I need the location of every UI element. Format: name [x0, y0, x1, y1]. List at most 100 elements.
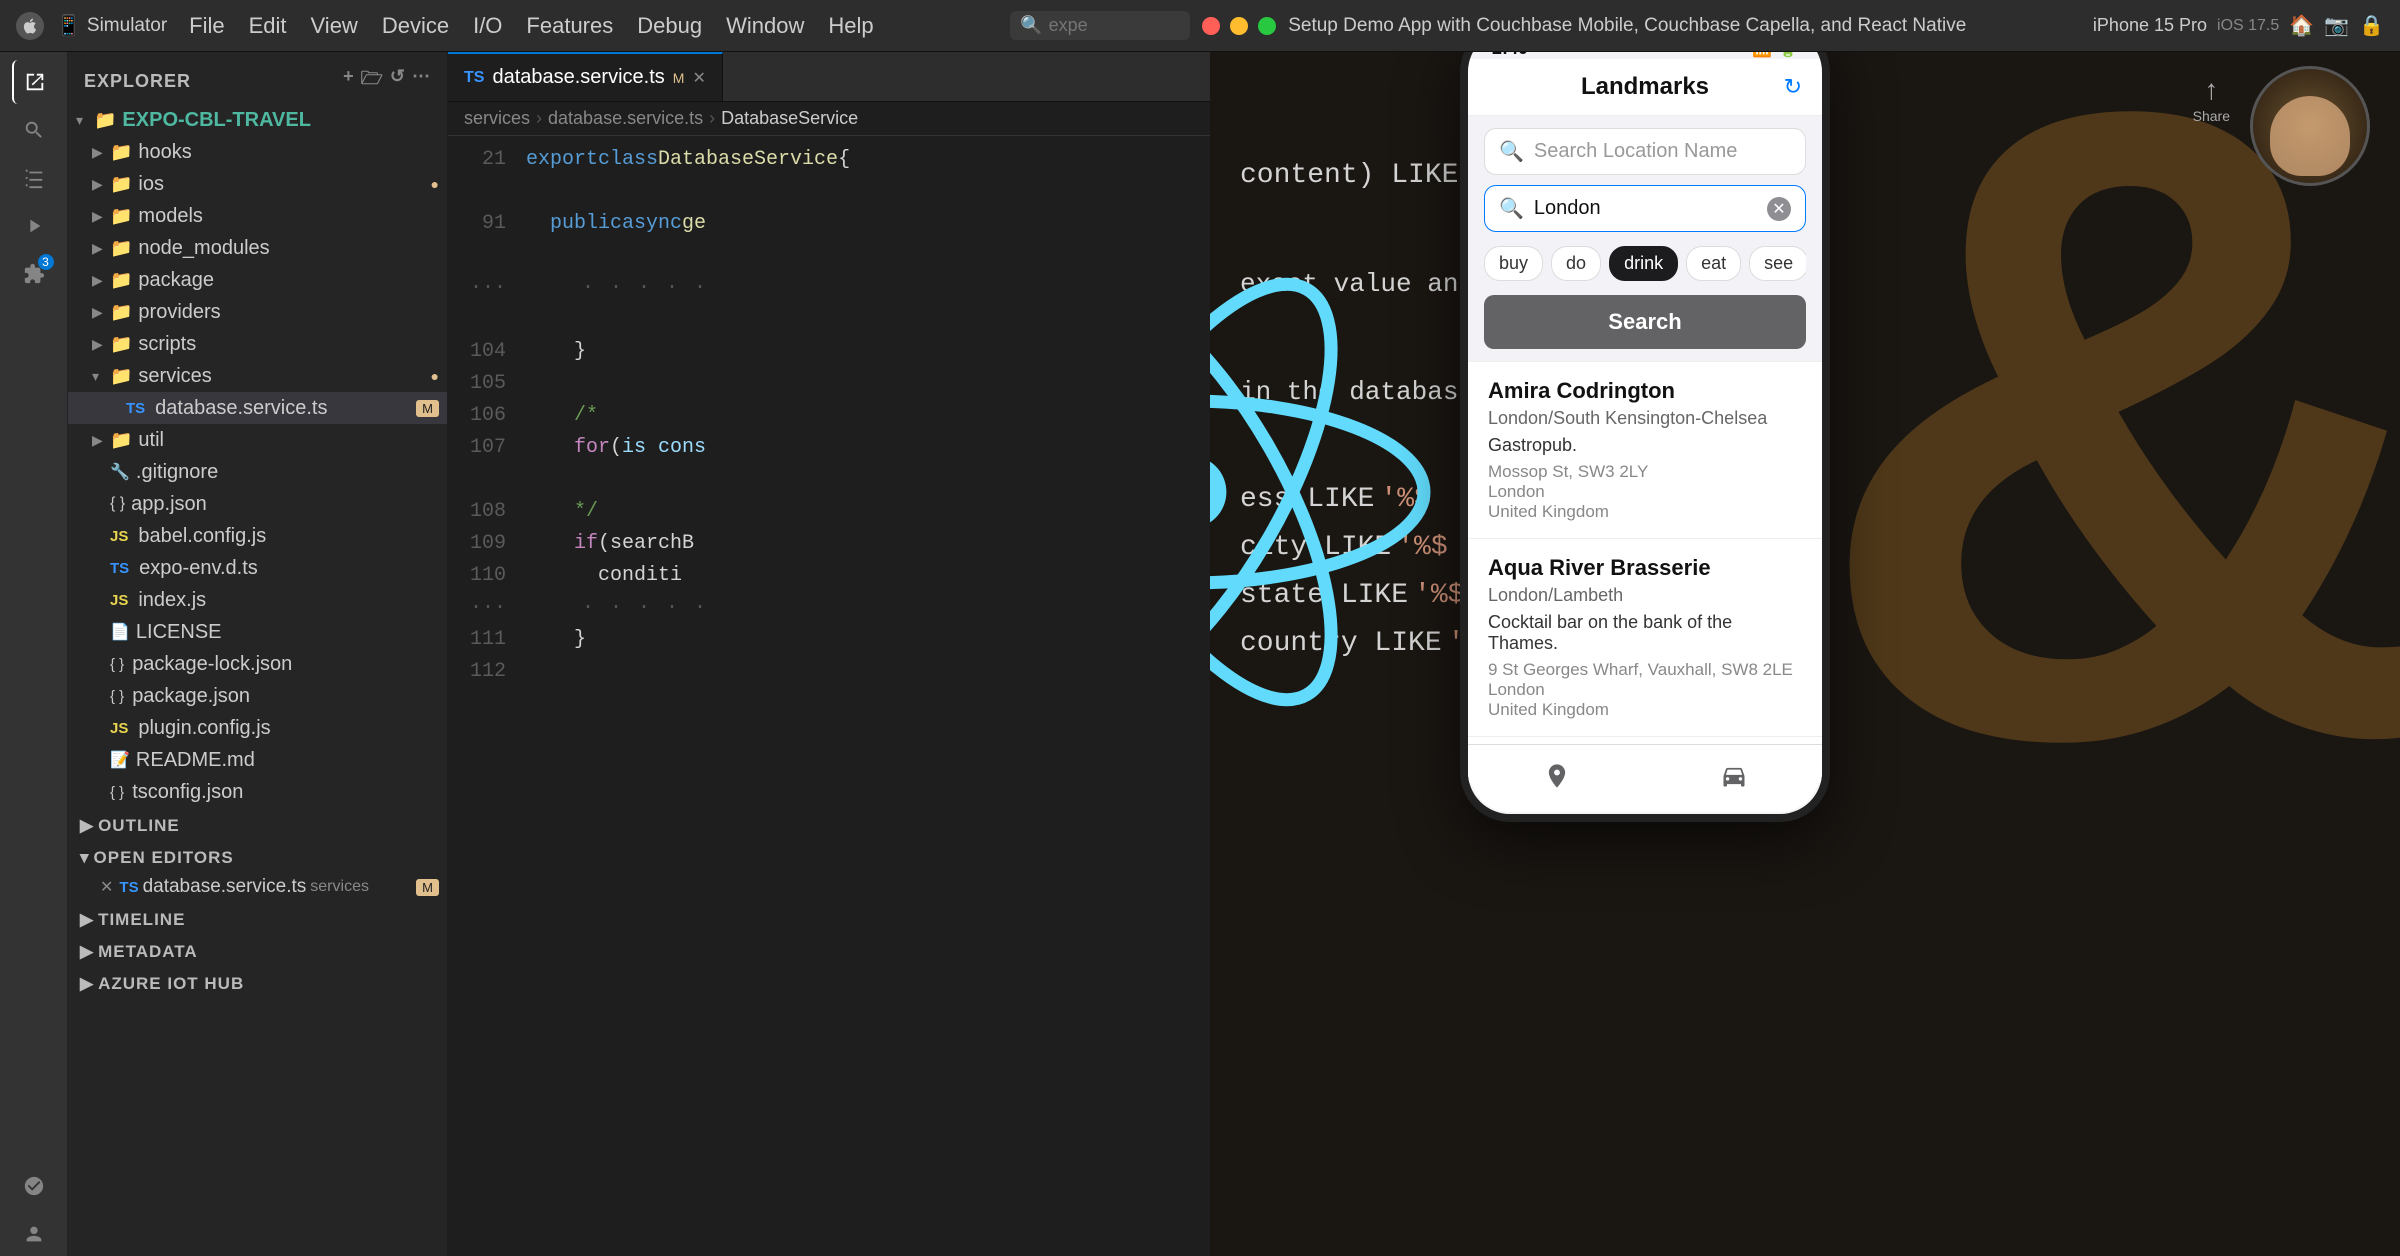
- code-line-109: if (searchB: [518, 528, 1210, 560]
- collapse-all-icon[interactable]: ⋯: [412, 66, 431, 96]
- menu-edit[interactable]: Edit: [239, 11, 297, 41]
- share-button[interactable]: ↑ Share: [2193, 74, 2230, 124]
- sidebar-item-node-modules[interactable]: ▶ 📁 node_modules: [68, 232, 447, 264]
- search-placeholder-row[interactable]: 🔍 Search Location Name: [1484, 128, 1806, 175]
- dots-icon: ···: [1730, 52, 1746, 58]
- result-addr1-1: Mossop St, SW3 2LY: [1488, 462, 1802, 482]
- sidebar-item-providers[interactable]: ▶ 📁 providers: [68, 296, 447, 328]
- folder-label: services: [138, 365, 426, 388]
- sidebar-item-readme[interactable]: 📝 README.md: [68, 744, 447, 776]
- filter-tabs: buy do drink eat see: [1484, 242, 1806, 285]
- activity-accounts[interactable]: [12, 1212, 56, 1256]
- search-input-value[interactable]: London: [1534, 197, 1757, 220]
- menu-file[interactable]: File: [179, 11, 234, 41]
- screenshot-icon[interactable]: 📷: [2324, 13, 2349, 38]
- breadcrumb-services[interactable]: services: [464, 108, 530, 129]
- project-root[interactable]: ▾ 📁 EXPO-CBL-TRAVEL: [68, 104, 447, 136]
- outline-section[interactable]: ▶ OUTLINE: [68, 808, 447, 840]
- modified-indicator: ●: [431, 368, 439, 384]
- menu-debug[interactable]: Debug: [627, 11, 712, 41]
- activity-source-control[interactable]: [12, 156, 56, 200]
- close-button[interactable]: [1202, 17, 1220, 35]
- sidebar-header-icons[interactable]: + 🗁 ↺ ⋯: [343, 66, 431, 96]
- menu-view[interactable]: View: [301, 11, 368, 41]
- sidebar-item-babel-config[interactable]: JS babel.config.js: [68, 520, 447, 552]
- sidebar-item-models[interactable]: ▶ 📁 models: [68, 200, 447, 232]
- search-placeholder-text: Search Location Name: [1534, 140, 1791, 163]
- menu-window[interactable]: Window: [716, 11, 814, 41]
- sidebar-item-plugin-config[interactable]: JS plugin.config.js: [68, 712, 447, 744]
- sidebar-item-expo-env[interactable]: TS expo-env.d.ts: [68, 552, 447, 584]
- activity-run[interactable]: [12, 204, 56, 248]
- sidebar-item-package-json[interactable]: { } package.json: [68, 680, 447, 712]
- sidebar-item-ios[interactable]: ▶ 📁 ios ●: [68, 168, 447, 200]
- tab-bar-car[interactable]: [1720, 762, 1748, 790]
- sql-text: content) LIKE: [1240, 152, 1458, 200]
- code-line-21: export class DatabaseService {: [518, 144, 1210, 176]
- refresh-button[interactable]: ↻: [1784, 74, 1802, 100]
- new-folder-icon[interactable]: 🗁: [361, 66, 384, 96]
- sidebar-item-gitignore[interactable]: 🔧 .gitignore: [68, 456, 447, 488]
- open-editor-database-service[interactable]: ✕ TS database.service.ts services M: [68, 872, 447, 902]
- new-file-icon[interactable]: +: [343, 66, 355, 96]
- filter-tab-do[interactable]: do: [1551, 246, 1601, 281]
- search-box-icon: 🔍: [1020, 15, 1042, 36]
- menu-help[interactable]: Help: [818, 11, 883, 41]
- sidebar-item-scripts[interactable]: ▶ 📁 scripts: [68, 328, 447, 360]
- metadata-section[interactable]: ▶ METADATA: [68, 934, 447, 966]
- activity-extensions[interactable]: 3: [12, 252, 56, 296]
- folder-icon: 📁: [110, 270, 132, 291]
- sidebar-item-services[interactable]: ▾ 📁 services ●: [68, 360, 447, 392]
- refresh-icon[interactable]: ↺: [390, 66, 406, 96]
- sidebar-item-index-js[interactable]: JS index.js: [68, 584, 447, 616]
- line-numbers: 21 91 ··· 104 105 106 107 108 109 110 ··…: [448, 136, 518, 1256]
- file-label: package.json: [132, 685, 439, 708]
- search-active-row[interactable]: 🔍 London ✕: [1484, 185, 1806, 232]
- menu-io[interactable]: I/O: [463, 11, 512, 41]
- search-box-input[interactable]: [1049, 15, 1169, 36]
- minimize-button[interactable]: [1230, 17, 1248, 35]
- sidebar-item-tsconfig[interactable]: { } tsconfig.json: [68, 776, 447, 808]
- timeline-section[interactable]: ▶ TIMELINE: [68, 902, 447, 934]
- filter-tab-drink[interactable]: drink: [1609, 246, 1678, 281]
- activity-remote[interactable]: [12, 1164, 56, 1208]
- code-line-110: conditi: [518, 560, 1210, 592]
- search-box[interactable]: 🔍: [1010, 11, 1190, 40]
- folder-icon: 📁: [110, 366, 132, 387]
- sidebar-item-hooks[interactable]: ▶ 📁 hooks: [68, 136, 447, 168]
- breadcrumb-file[interactable]: database.service.ts: [548, 108, 703, 129]
- filter-tab-eat[interactable]: eat: [1686, 246, 1741, 281]
- breadcrumb-class[interactable]: DatabaseService: [721, 108, 858, 129]
- result-item-1[interactable]: Amira Codrington London/South Kensington…: [1468, 362, 1822, 539]
- filter-tab-buy[interactable]: buy: [1484, 246, 1543, 281]
- search-button[interactable]: Search: [1484, 295, 1806, 349]
- tab-database-service[interactable]: TS database.service.ts M ✕: [448, 52, 723, 102]
- filter-tab-see[interactable]: see: [1749, 246, 1806, 281]
- timeline-arrow: ▶: [80, 910, 94, 930]
- result-item-2[interactable]: Aqua River Brasserie London/Lambeth Cock…: [1468, 539, 1822, 737]
- menu-features[interactable]: Features: [516, 11, 623, 41]
- menu-device[interactable]: Device: [372, 11, 459, 41]
- sidebar-item-license[interactable]: 📄 LICENSE: [68, 616, 447, 648]
- tab-bar-landmarks[interactable]: [1543, 762, 1571, 790]
- lock-icon[interactable]: 🔒: [2359, 13, 2384, 38]
- clear-search-button[interactable]: ✕: [1767, 197, 1791, 221]
- expand-arrow: ▾: [76, 112, 94, 129]
- azure-iot-section[interactable]: ▶ AZURE IOT HUB: [68, 966, 447, 998]
- activity-search[interactable]: [12, 108, 56, 152]
- close-editor-button[interactable]: ✕: [100, 877, 113, 897]
- open-editors-section[interactable]: ▾ OPEN EDITORS: [68, 840, 447, 872]
- menu-bar[interactable]: File Edit View Device I/O Features Debug…: [179, 11, 883, 41]
- file-label: database.service.ts: [155, 397, 412, 420]
- home-icon[interactable]: 🏠: [2289, 13, 2314, 38]
- activity-explorer[interactable]: [12, 60, 56, 104]
- maximize-button[interactable]: [1258, 17, 1276, 35]
- tab-close-button[interactable]: ✕: [692, 68, 705, 88]
- file-label: app.json: [131, 493, 439, 516]
- sidebar-item-app-json[interactable]: { } app.json: [68, 488, 447, 520]
- sidebar-item-package-lock[interactable]: { } package-lock.json: [68, 648, 447, 680]
- folder-icon: 📁: [110, 302, 132, 323]
- sidebar-item-package[interactable]: ▶ 📁 package: [68, 264, 447, 296]
- sidebar-item-util[interactable]: ▶ 📁 util: [68, 424, 447, 456]
- sidebar-item-database-service[interactable]: TS database.service.ts M: [68, 392, 447, 424]
